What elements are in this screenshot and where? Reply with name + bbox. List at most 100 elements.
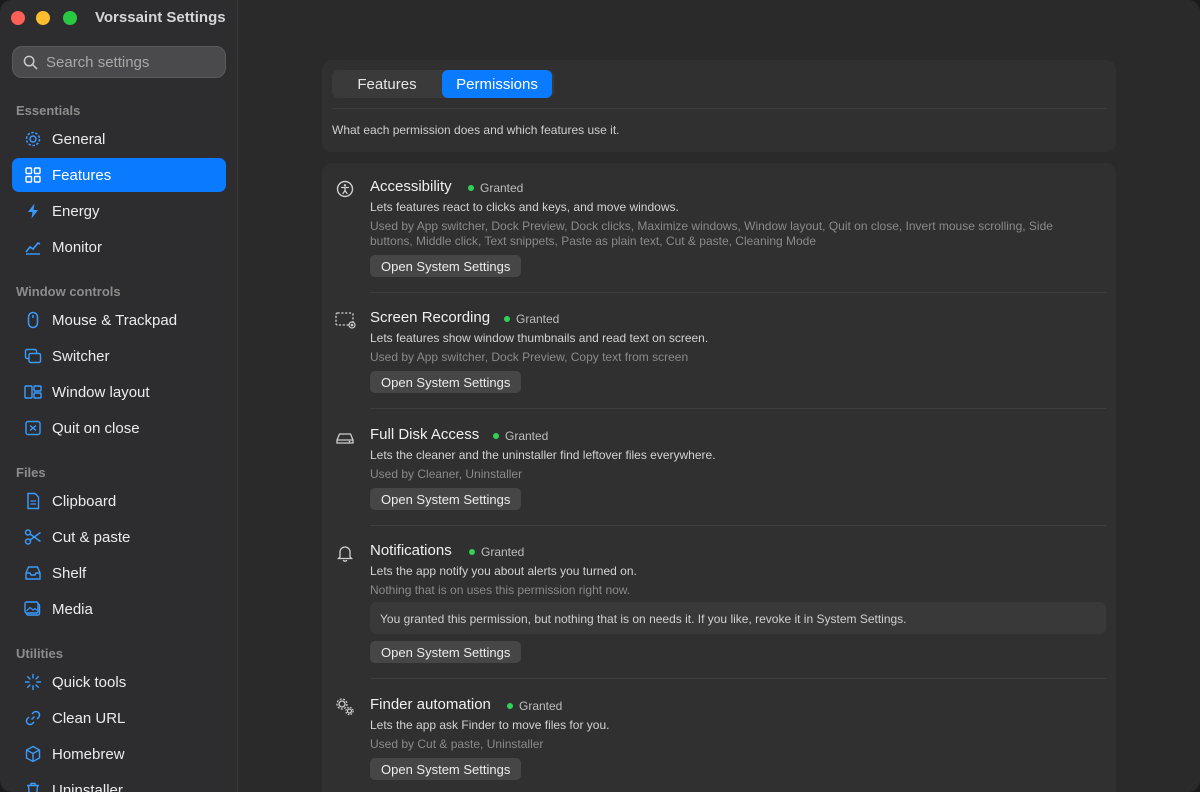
status-text: Granted: [505, 429, 549, 443]
sidebar-item-shelf[interactable]: Shelf: [12, 556, 226, 590]
sidebar-item-switcher[interactable]: Switcher: [12, 339, 226, 373]
granted-dot: [468, 185, 474, 191]
granted-dot: [493, 433, 499, 439]
status-text: Granted: [481, 545, 525, 559]
permission-title: Accessibility: [370, 178, 452, 195]
mouse-icon: [27, 311, 39, 329]
close-square-icon: [25, 420, 41, 436]
open-system-settings-button[interactable]: Open System Settings: [370, 488, 522, 510]
status-badge: Granted: [504, 312, 559, 326]
status-text: Granted: [480, 181, 524, 195]
minimize-window-button[interactable]: [36, 11, 50, 25]
granted-dot: [507, 703, 513, 709]
sidebar-item-monitor[interactable]: Monitor: [12, 230, 226, 264]
tab-features[interactable]: Features: [332, 70, 442, 98]
permission-title: Notifications: [370, 542, 452, 559]
tab-header-card: Features Permissions What each permissio…: [322, 60, 1116, 152]
disk-icon: [334, 426, 356, 448]
sidebar-item-media[interactable]: Media: [12, 592, 226, 626]
sidebar-item-label: Window layout: [52, 383, 150, 401]
permission-used-by: Used by App switcher, Dock Preview, Copy…: [370, 350, 689, 364]
sidebar-item-label: Clipboard: [52, 492, 117, 510]
sidebar-item-homebrew[interactable]: Homebrew: [12, 737, 226, 771]
sidebar-item-energy[interactable]: Energy: [12, 194, 226, 228]
sidebar-item-quit-on-close[interactable]: Quit on close: [12, 411, 226, 445]
sidebar-item-label: Mouse & Trackpad: [52, 311, 178, 329]
gear-icon: [25, 131, 41, 147]
open-system-settings-button[interactable]: Open System Settings: [370, 641, 522, 663]
link-icon: [25, 710, 41, 726]
granted-dot: [504, 316, 510, 322]
permission-description: Lets the cleaner and the uninstaller fin…: [370, 448, 716, 462]
status-badge: Granted: [468, 181, 523, 195]
sidebar-item-clipboard[interactable]: Clipboard: [12, 484, 226, 518]
group-label-essentials: Essentials: [16, 103, 81, 118]
sidebar-item-mouse-trackpad[interactable]: Mouse & Trackpad: [12, 303, 226, 337]
sidebar-item-label: Uninstaller: [52, 781, 123, 792]
permission-description: Lets the app notify you about alerts you…: [370, 564, 637, 578]
sidebar-item-label: Quit on close: [52, 419, 140, 437]
status-badge: Granted: [493, 429, 548, 443]
sidebar-item-label: Homebrew: [52, 745, 125, 763]
sidebar-item-quick-tools[interactable]: Quick tools: [12, 665, 226, 699]
page-description: What each permission does and which feat…: [332, 123, 620, 137]
sidebar-item-features[interactable]: Features: [12, 158, 226, 192]
tab-permissions[interactable]: Permissions: [442, 70, 552, 98]
sidebar-item-label: Energy: [52, 202, 100, 220]
sidebar-item-label: Clean URL: [52, 709, 126, 727]
zoom-window-button[interactable]: [63, 11, 77, 25]
permission-used-by: Used by App switcher, Dock Preview, Dock…: [370, 219, 1090, 249]
screen-recording-icon: [334, 309, 356, 331]
status-text: Granted: [516, 312, 560, 326]
sidebar-item-label: Quick tools: [52, 673, 127, 691]
used-by-line: buttons, Middle click, Text snippets, Pa…: [370, 234, 817, 248]
sidebar-item-label: Switcher: [52, 347, 110, 365]
permission-used-by: Used by Cut & paste, Uninstaller: [370, 737, 544, 751]
sidebar-item-uninstaller[interactable]: Uninstaller: [12, 773, 226, 792]
divider: [370, 678, 1106, 679]
granted-dot: [469, 549, 475, 555]
close-window-button[interactable]: [11, 11, 25, 25]
permission-title: Screen Recording: [370, 309, 491, 326]
sidebar-item-window-layout[interactable]: Window layout: [12, 375, 226, 409]
tray-icon: [25, 566, 41, 580]
sidebar-item-general[interactable]: General: [12, 122, 226, 156]
photo-icon: [24, 601, 41, 616]
divider: [370, 292, 1106, 293]
status-text: Granted: [519, 699, 563, 713]
segmented-control: Features Permissions: [332, 70, 554, 98]
divider: [332, 108, 1106, 109]
group-label-files: Files: [16, 465, 46, 480]
open-system-settings-button[interactable]: Open System Settings: [370, 758, 522, 780]
permission-used-by: Used by Cleaner, Uninstaller: [370, 467, 523, 481]
document-icon: [27, 492, 40, 510]
sidebar-item-clean-url[interactable]: Clean URL: [12, 701, 226, 735]
sidebar-item-label: Cut & paste: [52, 528, 131, 546]
search-icon: [23, 55, 38, 69]
windows-stack-icon: [24, 348, 42, 364]
layout-icon: [24, 385, 42, 399]
permission-description: Lets features show window thumbnails and…: [370, 331, 709, 345]
sparkle-icon: [24, 673, 42, 691]
app-title: Vorssaint Settings: [95, 9, 226, 26]
search-input[interactable]: [46, 53, 216, 71]
sidebar-item-label: Monitor: [52, 238, 103, 256]
sidebar-item-label: Features: [52, 166, 112, 184]
chart-line-icon: [25, 242, 41, 255]
info-note: You granted this permission, but nothing…: [370, 602, 1106, 634]
search-field[interactable]: [12, 46, 226, 78]
sidebar-item-label: Media: [52, 600, 93, 618]
bolt-icon: [28, 203, 38, 219]
open-system-settings-button[interactable]: Open System Settings: [370, 371, 522, 393]
group-label-utilities: Utilities: [16, 646, 63, 661]
grid-icon: [25, 167, 41, 183]
sidebar: Vorssaint Settings Essentials General Fe…: [0, 0, 238, 792]
open-system-settings-button[interactable]: Open System Settings: [370, 255, 522, 277]
accessibility-icon: [334, 178, 356, 200]
scissors-icon: [24, 529, 41, 545]
trash-icon: [27, 782, 39, 792]
sidebar-item-cut-paste[interactable]: Cut & paste: [12, 520, 226, 554]
sidebar-item-label: Shelf: [52, 564, 87, 582]
sidebar-item-label: General: [52, 130, 106, 148]
cube-icon: [25, 745, 41, 763]
